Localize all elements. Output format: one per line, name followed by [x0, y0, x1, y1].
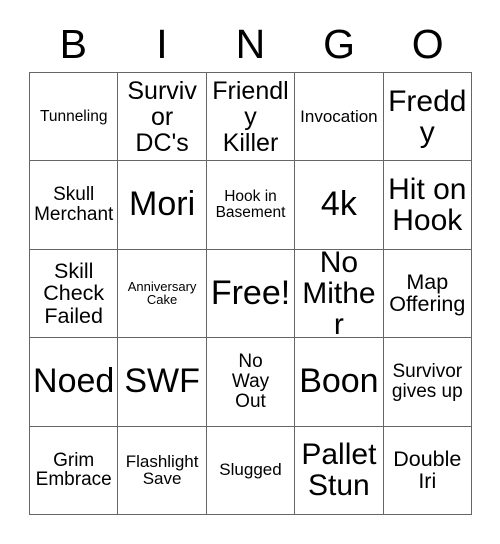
bingo-cell-label: Slugged	[219, 460, 282, 480]
bingo-cell-r1c3[interactable]: Friendly Killer	[206, 73, 296, 162]
bingo-cell-label: Double Iri	[393, 446, 462, 494]
bingo-cell-r4c4[interactable]: Boon	[295, 338, 384, 427]
bingo-cell-label: No Way Out	[231, 351, 270, 412]
bingo-grid: Tunneling Survivor DC's Friendly Killer Inv…	[29, 72, 472, 515]
bingo-header-letter-5: O	[411, 20, 444, 67]
bingo-cell-r1c5[interactable]: Freddy	[383, 73, 472, 162]
bingo-header-letter-1: B	[59, 20, 87, 67]
bingo-cell-label: Free!	[210, 273, 291, 312]
bingo-cell-r4c3[interactable]: No Way Out	[206, 338, 296, 427]
bingo-header-row: BINGO	[29, 16, 472, 72]
bingo-cell-label: Skull Merchant	[34, 184, 114, 226]
bingo-cell-label: Boon	[299, 362, 379, 401]
bingo-cell-r2c2[interactable]: Mori	[118, 161, 207, 250]
bingo-cell-label: Tunneling	[39, 107, 108, 125]
bingo-cell-r2c3[interactable]: Hook in Basement	[206, 161, 296, 250]
bingo-card: B I N G O Tunneling Survivor DC's Friendly Kil…	[0, 0, 500, 544]
bingo-cell-r1c2[interactable]: Survivor DC's	[118, 73, 207, 162]
bingo-cell-label: Grim Embrace	[35, 449, 112, 491]
bingo-cell-r2c1[interactable]: Skull Merchant	[30, 161, 119, 250]
bingo-cell-r5c2[interactable]: Flashlight Save	[118, 426, 207, 515]
bingo-cell-r5c4[interactable]: Pallet Stun	[295, 426, 384, 515]
bingo-cell-label: Anniversary Cake	[127, 278, 197, 308]
bingo-cell-r3c3[interactable]: Free!	[206, 249, 296, 339]
bingo-cell-r4c1[interactable]: Noed	[30, 338, 119, 427]
bingo-cell-r3c1[interactable]: Skill Check Failed	[30, 249, 119, 339]
bingo-cell-r1c4[interactable]: Invocation	[295, 73, 384, 162]
bingo-cell-r1c1[interactable]: Tunneling	[30, 73, 119, 162]
bingo-header-letter-3: N	[235, 20, 266, 67]
bingo-cell-label: Survivor DC's	[127, 76, 197, 157]
bingo-header-letter-4: G	[323, 20, 356, 67]
bingo-cell-label: Invocation	[300, 106, 378, 126]
bingo-cell-r3c5[interactable]: Map Offering	[383, 249, 472, 339]
bingo-cell-r5c5[interactable]: Double Iri	[383, 426, 472, 515]
bingo-header-letter-2: I	[156, 20, 168, 67]
bingo-cell-label: Pallet Stun	[301, 438, 377, 503]
bingo-cell-r3c4[interactable]: No Mither	[295, 249, 384, 339]
bingo-cell-r4c5[interactable]: Survivor gives up	[383, 338, 472, 427]
bingo-cell-r2c5[interactable]: Hit on Hook	[383, 161, 472, 250]
bingo-cell-label: Hook in Basement	[215, 187, 286, 222]
bingo-cell-label: Friendly Killer	[212, 76, 289, 157]
bingo-cell-label: Noed	[33, 362, 115, 401]
bingo-cell-label: Map Offering	[389, 270, 466, 317]
bingo-cell-r5c1[interactable]: Grim Embrace	[30, 426, 119, 515]
bingo-cell-r4c2[interactable]: SWF	[118, 338, 207, 427]
bingo-cell-r5c3[interactable]: Slugged	[206, 426, 296, 515]
bingo-cell-label: Freddy	[388, 84, 467, 149]
bingo-cell-label: Skill Check Failed	[43, 258, 105, 328]
bingo-cell-label: Survivor gives up	[391, 361, 463, 402]
bingo-cell-r3c2[interactable]: Anniversary Cake	[118, 249, 207, 339]
bingo-cell-label: 4k	[320, 185, 357, 224]
bingo-cell-label: No Mither	[302, 249, 376, 339]
bingo-cell-label: Hit on Hook	[388, 172, 467, 238]
bingo-cell-label: SWF	[124, 362, 200, 401]
bingo-cell-label: Flashlight Save	[125, 451, 199, 489]
bingo-cell-label: Mori	[129, 185, 196, 224]
bingo-cell-r2c4[interactable]: 4k	[295, 161, 384, 250]
